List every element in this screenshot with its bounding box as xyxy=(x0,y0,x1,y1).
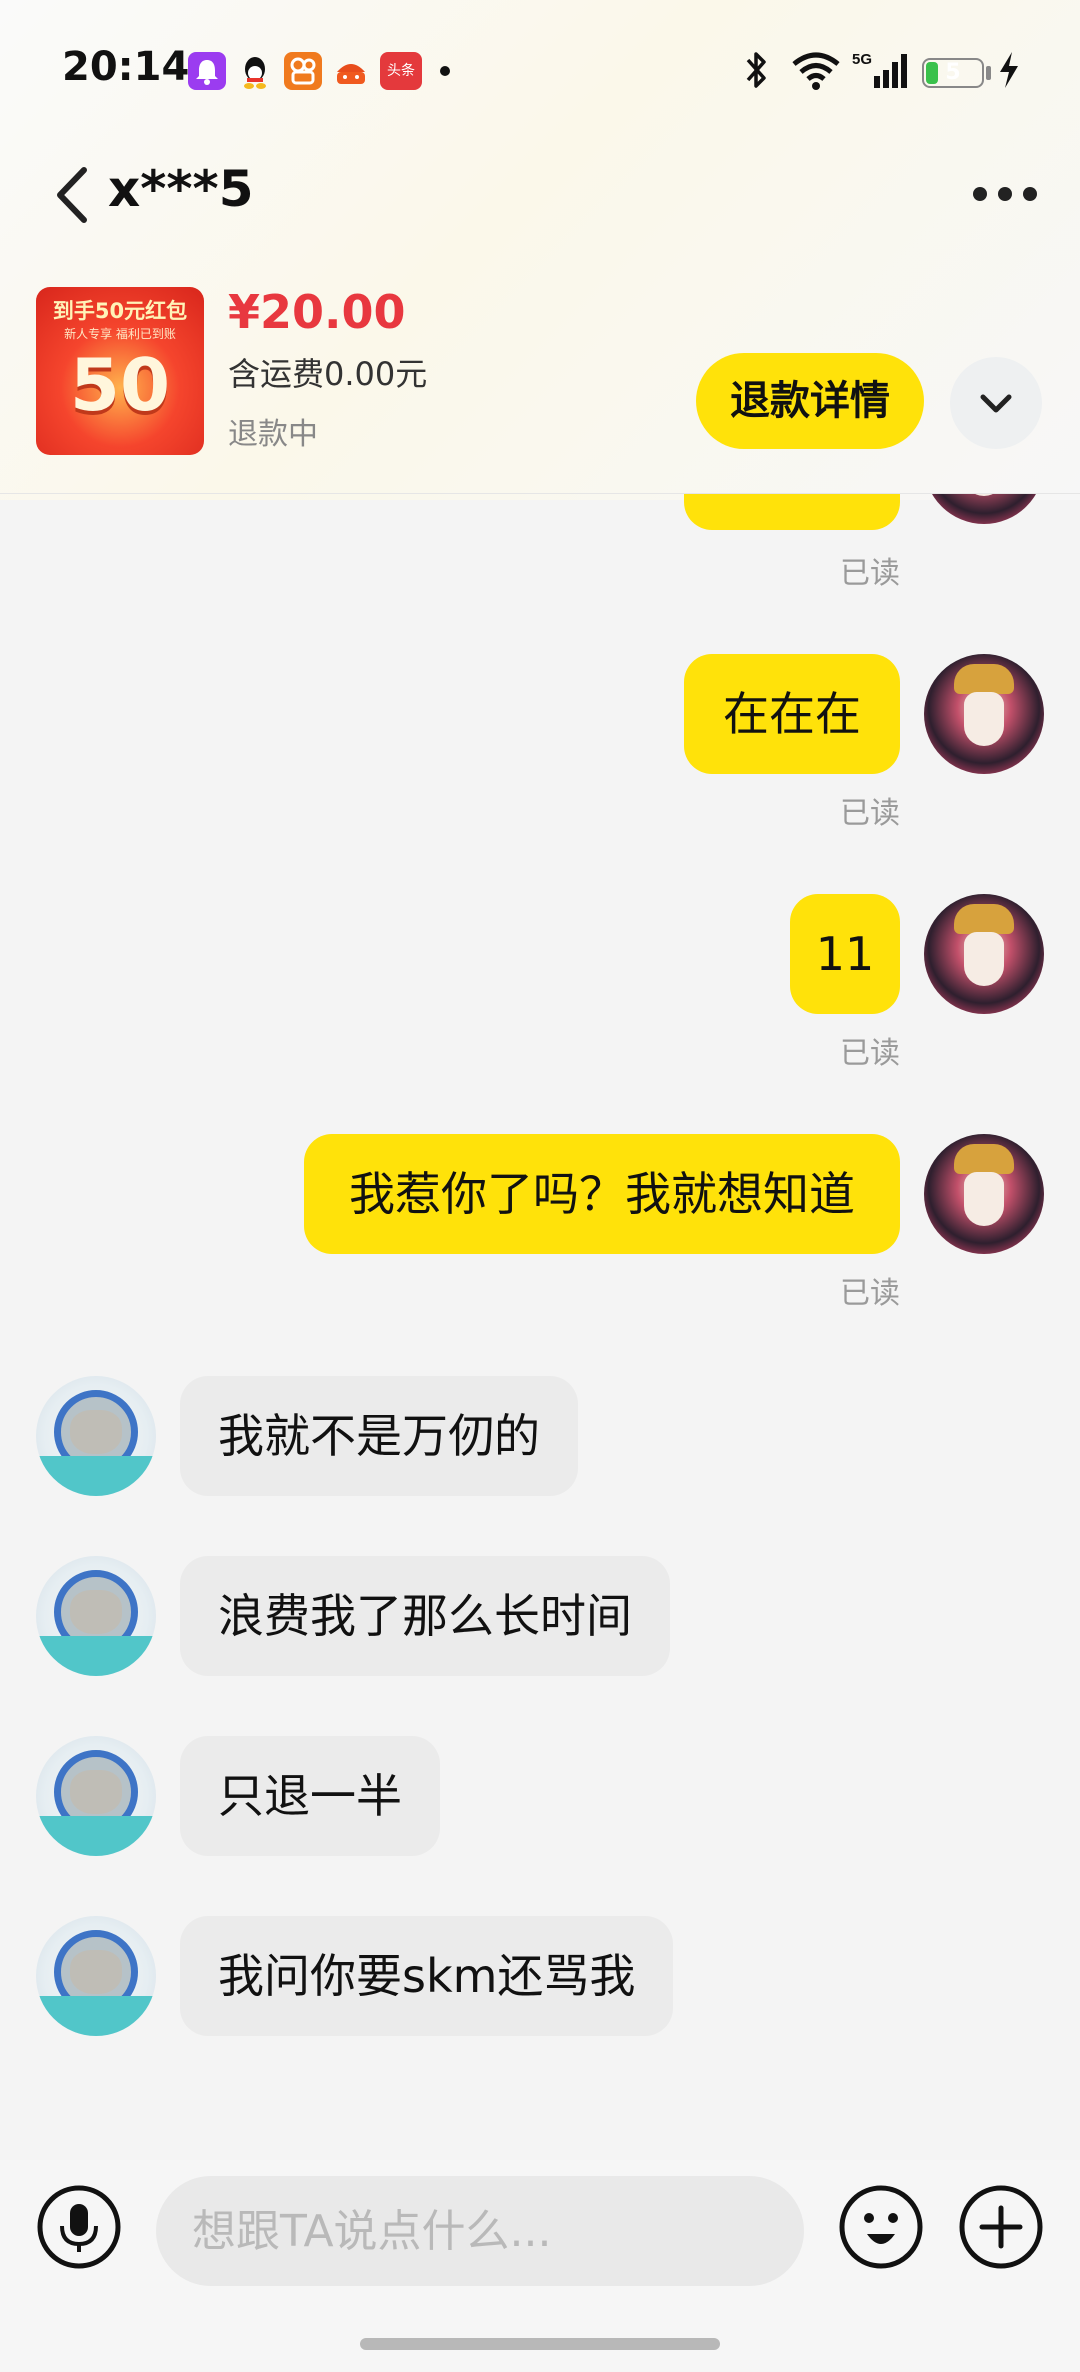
incoming-message[interactable]: 只退一半 xyxy=(180,1736,440,1856)
chat-messages[interactable]: 已读 在在在 已读 11 已读 我惹你了吗？我就想知道 已读 我就不是万仞的 浪… xyxy=(0,494,1080,2154)
voice-input-button[interactable] xyxy=(36,2184,122,2274)
plus-icon xyxy=(959,2185,1043,2269)
message-input[interactable] xyxy=(156,2176,804,2286)
battery-icon: 5 xyxy=(922,58,984,88)
chat-header: x***5 xyxy=(0,140,1080,250)
status-time: 20:14 xyxy=(62,44,190,90)
contact-avatar[interactable] xyxy=(36,1916,156,2036)
back-button[interactable] xyxy=(50,160,98,234)
contact-avatar[interactable] xyxy=(36,1736,156,1856)
bell-app-icon xyxy=(188,52,226,90)
contact-avatar[interactable] xyxy=(36,1376,156,1496)
my-avatar[interactable] xyxy=(924,654,1044,774)
status-bar: 20:14 头条 5G 5 xyxy=(0,0,1080,140)
outgoing-message[interactable]: 11 xyxy=(790,894,900,1014)
expand-button[interactable] xyxy=(950,357,1042,449)
cellular-signal-icon: 5G xyxy=(852,48,910,96)
contact-name: x***5 xyxy=(108,160,254,218)
emoji-icon xyxy=(839,2185,923,2269)
wifi-icon xyxy=(790,48,842,96)
shipping-fee: 含运费0.00元 xyxy=(228,355,428,393)
charging-icon xyxy=(996,48,1022,96)
my-avatar[interactable] xyxy=(924,494,1044,524)
my-avatar[interactable] xyxy=(924,1134,1044,1254)
incoming-message[interactable]: 浪费我了那么长时间 xyxy=(180,1556,670,1676)
refund-details-button[interactable]: 退款详情 xyxy=(696,353,924,449)
message-input-bar xyxy=(0,2160,1080,2372)
bluetooth-icon xyxy=(742,48,772,96)
product-image: 到手50元红包 新人专享 福利已到账 50 xyxy=(36,287,204,455)
chevron-left-icon xyxy=(57,167,87,223)
battery-tip xyxy=(986,66,991,80)
contact-avatar[interactable] xyxy=(36,1556,156,1676)
order-status: 退款中 xyxy=(228,417,318,452)
battery-level: 5 xyxy=(945,60,961,85)
incoming-message[interactable]: 我就不是万仞的 xyxy=(180,1376,578,1496)
my-avatar[interactable] xyxy=(924,894,1044,1014)
promo-subtitle: 新人专享 福利已到账 xyxy=(64,327,176,341)
home-indicator[interactable] xyxy=(360,2338,720,2350)
product-price: ¥20.00 xyxy=(228,285,406,339)
more-actions-button[interactable] xyxy=(958,2184,1044,2274)
outgoing-message[interactable]: 我惹你了吗？我就想知道 xyxy=(304,1134,900,1254)
promo-title: 到手50元红包 xyxy=(52,299,188,323)
order-product-bar[interactable]: 到手50元红包 新人专享 福利已到账 50 ¥20.00 含运费0.00元 退款… xyxy=(0,265,1080,494)
taobao-icon xyxy=(332,52,370,90)
incoming-message[interactable]: 我问你要skm还骂我 xyxy=(180,1916,674,2036)
promo-number: 50 xyxy=(69,343,171,427)
kuaishou-icon xyxy=(284,52,322,90)
qq-icon xyxy=(236,52,274,90)
more-options-button[interactable] xyxy=(970,184,1040,208)
emoji-button[interactable] xyxy=(838,2184,924,2274)
read-receipt: 已读 xyxy=(840,796,900,831)
read-receipt: 已读 xyxy=(840,1276,900,1311)
outgoing-message[interactable]: 在在在 xyxy=(684,654,900,774)
more-notifications-dot xyxy=(440,66,450,76)
chevron-down-icon xyxy=(980,394,1012,413)
toutiao-icon: 头条 xyxy=(380,52,422,90)
read-receipt: 已读 xyxy=(840,556,900,591)
read-receipt: 已读 xyxy=(840,1036,900,1071)
network-type-label: 5G xyxy=(852,51,872,68)
message-bubble-partial[interactable] xyxy=(684,494,900,530)
more-dots-icon xyxy=(973,187,1037,201)
microphone-icon xyxy=(37,2185,121,2269)
